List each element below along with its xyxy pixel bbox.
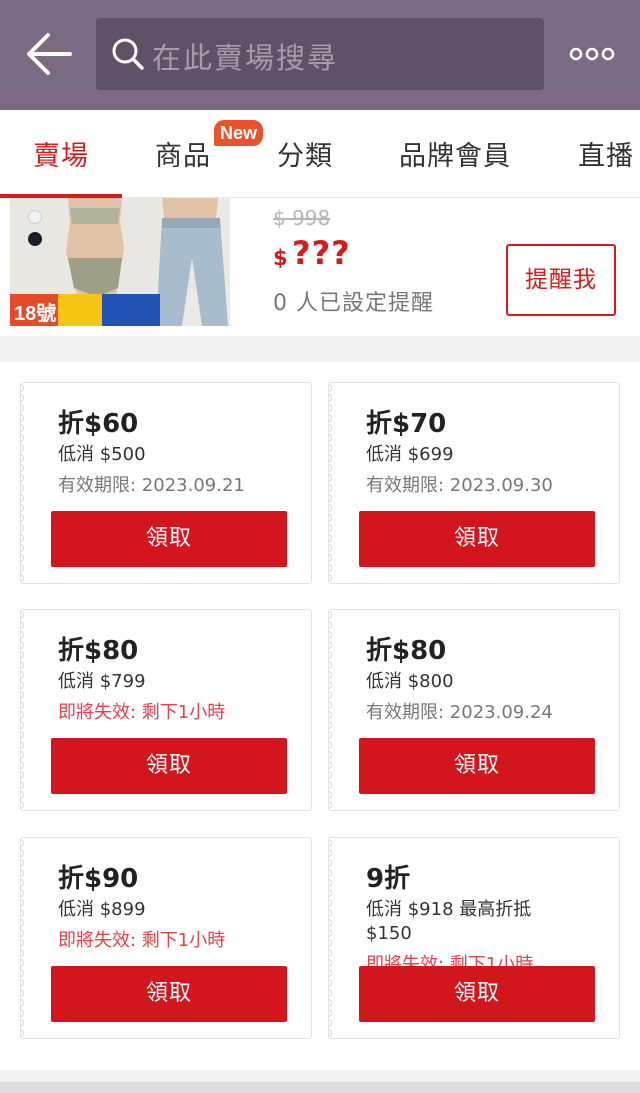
coupon-card: 折$80 低消 $800 有效期限: 2023.09.24 領取	[328, 609, 620, 811]
search-placeholder: 在此賣場搜尋	[152, 41, 339, 75]
coupon-title: 折$80	[58, 636, 139, 666]
coupon-card: 折$80 低消 $799 即將失效: 剩下1小時 領取	[20, 609, 312, 811]
tab-categories[interactable]: 分類	[277, 134, 333, 173]
coupon-minimum: 低消 $799	[58, 671, 146, 692]
coupon-expiry-warning: 即將失效: 剩下1小時	[58, 702, 226, 723]
claim-button[interactable]: 領取	[359, 511, 595, 567]
coupon-edge	[329, 610, 336, 810]
coupon-minimum: 低消 $800	[366, 671, 454, 692]
tab-live[interactable]: 直播	[578, 134, 634, 173]
original-price: $ 998	[273, 206, 331, 230]
claim-button[interactable]: 領取	[51, 738, 287, 794]
coupon-minimum: 低消 $918 最高折抵 $150	[366, 899, 532, 944]
reminder-count: 0 人已設定提醒	[273, 291, 434, 316]
coupon-minimum: 低消 $500	[58, 444, 146, 465]
coupon-section: 折$60 低消 $500 有效期限: 2023.09.21 領取 折$70 低消…	[0, 362, 640, 1070]
new-badge: New	[214, 120, 264, 146]
coupon-card: 9折 低消 $918 最高折抵 $150 即將失效: 剩下1小時 領取	[328, 837, 620, 1039]
sale-price: ???	[292, 234, 351, 272]
coupon-expiry: 有效期限: 2023.09.24	[366, 702, 553, 723]
claim-button[interactable]: 領取	[51, 966, 287, 1022]
coupon-edge	[329, 383, 336, 583]
coupon-title: 折$60	[58, 409, 139, 439]
coupon-card: 折$60 低消 $500 有效期限: 2023.09.21 領取	[20, 382, 312, 584]
coupon-expiry: 有效期限: 2023.09.21	[58, 475, 245, 496]
coupon-edge	[329, 838, 336, 1038]
coupon-edge	[21, 610, 28, 810]
claim-button[interactable]: 領取	[51, 511, 287, 567]
search-icon	[112, 38, 144, 70]
coupon-edge	[21, 383, 28, 583]
color-swatch-white	[28, 210, 42, 224]
coupon-card: 折$90 低消 $899 即將失效: 剩下1小時 領取	[20, 837, 312, 1039]
claim-button[interactable]: 領取	[359, 966, 595, 1022]
tab-brand-membership[interactable]: 品牌會員	[399, 134, 511, 173]
top-app-bar: 在此賣場搜尋	[0, 0, 640, 110]
coupon-minimum: 低消 $899	[58, 899, 146, 920]
currency-symbol: $	[273, 246, 288, 270]
product-card[interactable]: 18號 $ 998 $ ??? 0 人已設定提醒 提醒我	[0, 198, 640, 336]
search-input[interactable]: 在此賣場搜尋	[96, 18, 544, 90]
coupon-title: 折$80	[366, 636, 447, 666]
tab-bar: 賣場 商品 New 分類 品牌會員 直播	[0, 110, 640, 198]
product-image[interactable]: 18號	[10, 198, 230, 326]
back-arrow-icon[interactable]	[24, 30, 74, 78]
coupon-minimum: 低消 $699	[366, 444, 454, 465]
color-swatch-black	[28, 232, 42, 246]
coupon-expiry: 有效期限: 2023.09.30	[366, 475, 553, 496]
coupon-expiry-warning: 即將失效: 剩下1小時	[58, 930, 226, 951]
remind-me-button[interactable]: 提醒我	[506, 244, 616, 316]
coupon-title: 9折	[366, 864, 411, 894]
promo-text: 18號	[14, 303, 57, 325]
tab-store[interactable]: 賣場	[33, 134, 89, 173]
coupon-card: 折$70 低消 $699 有效期限: 2023.09.30 領取	[328, 382, 620, 584]
claim-button[interactable]: 領取	[359, 738, 595, 794]
promo-discount	[58, 294, 102, 326]
coupon-edge	[21, 838, 28, 1038]
tab-products[interactable]: 商品	[155, 134, 211, 173]
bottom-divider	[0, 1082, 640, 1093]
coupon-title: 折$90	[58, 864, 139, 894]
coupon-title: 折$70	[366, 409, 447, 439]
more-options-icon[interactable]	[568, 44, 616, 64]
